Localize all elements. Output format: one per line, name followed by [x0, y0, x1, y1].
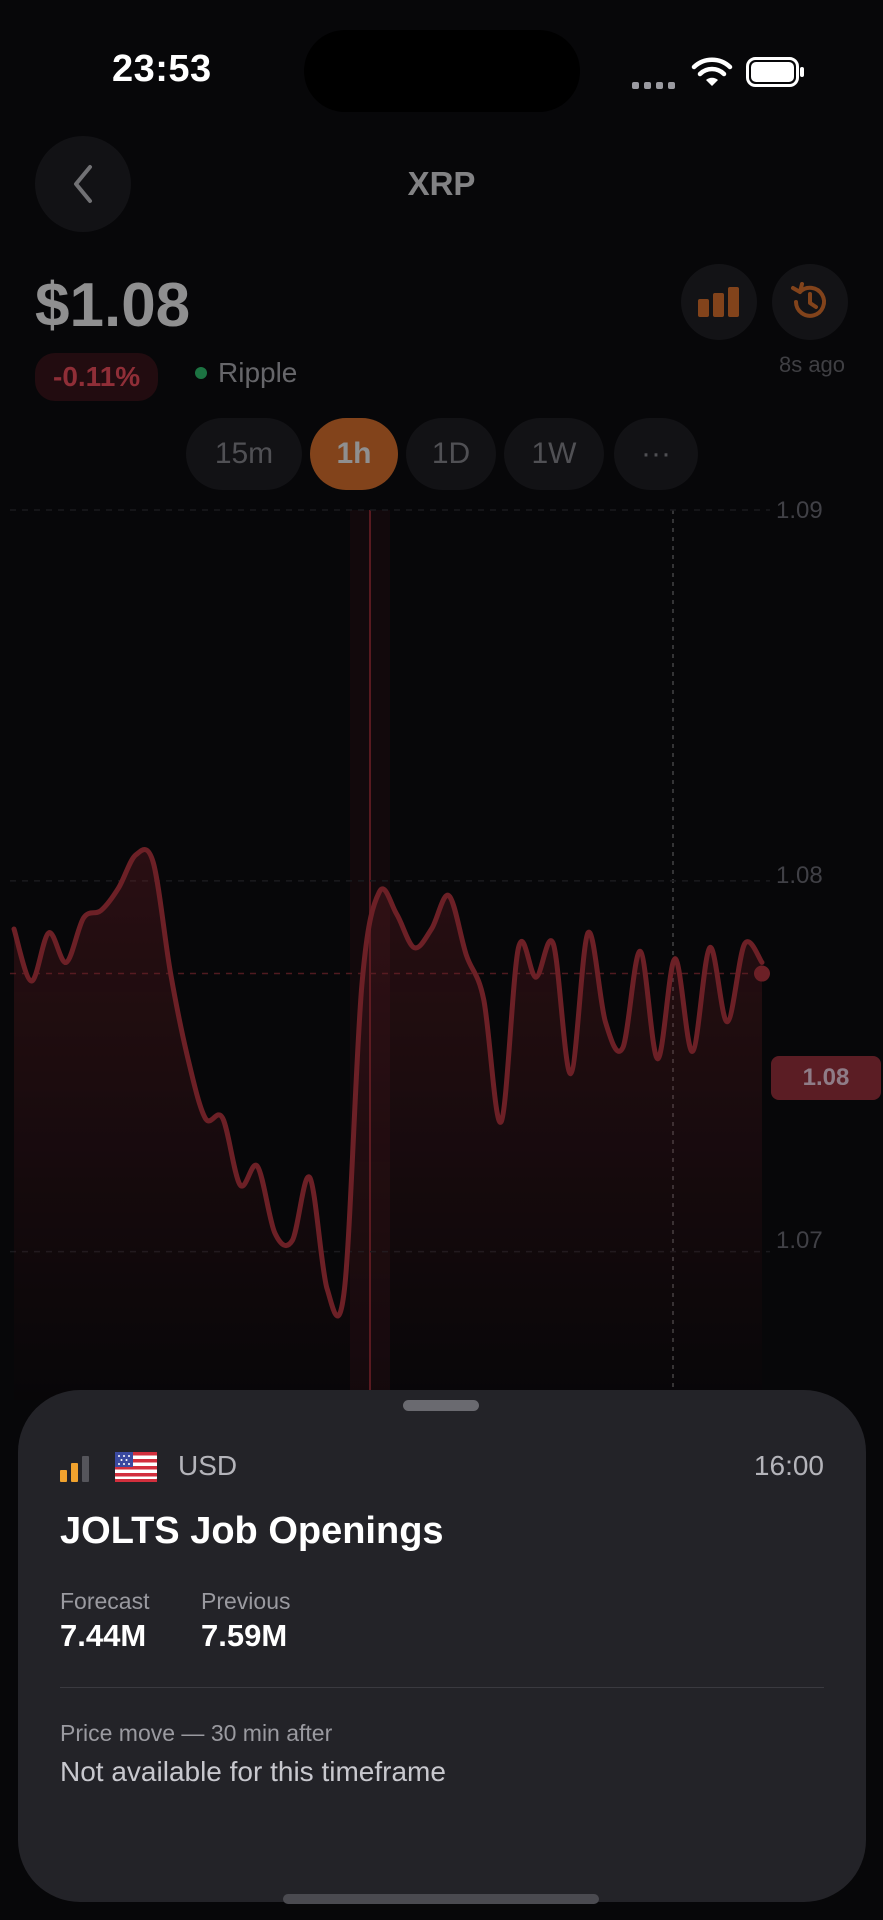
chart-area-fill [14, 849, 762, 1400]
history-button[interactable] [772, 264, 848, 340]
tab-15m[interactable]: 15m [186, 418, 302, 490]
price-chart[interactable] [0, 500, 883, 1400]
impact-level-icon [60, 1456, 89, 1482]
tab-1w[interactable]: 1W [504, 418, 604, 490]
previous-value: 7.59M [201, 1618, 288, 1653]
us-flag-icon [115, 1452, 157, 1482]
price-move-value: Not available for this timeframe [60, 1756, 446, 1787]
history-icon [791, 282, 826, 318]
page-title: XRP [407, 165, 476, 202]
current-price-tag: 1.08 [771, 1056, 881, 1100]
timeframe-selector: 15m 1h 1D 1W ··· [0, 418, 883, 490]
home-indicator [283, 1894, 599, 1904]
sheet-divider [60, 1687, 824, 1688]
event-currency: USD [178, 1450, 238, 1481]
dynamic-island [304, 30, 580, 112]
price-move-label: Price move — 30 min after [60, 1720, 333, 1746]
event-time: 16:00 [753, 1450, 824, 1481]
event-title: JOLTS Job Openings [60, 1510, 444, 1552]
forecast-label: Forecast [60, 1588, 150, 1614]
network-label: Ripple [218, 357, 298, 388]
event-bottom-sheet: USD 16:00 JOLTS Job Openings Forecast 7.… [18, 1390, 866, 1902]
y-tick-label: 1.07 [776, 1227, 823, 1254]
y-tick-label: 1.08 [776, 862, 823, 889]
status-bar: 23:53 [0, 0, 883, 130]
battery-icon [746, 57, 804, 87]
tab-more[interactable]: ··· [614, 418, 698, 490]
chart-type-button[interactable] [681, 264, 757, 340]
bar-chart-icon [698, 287, 739, 317]
price-change-badge: -0.11% [35, 353, 159, 401]
forecast-value: 7.44M [60, 1618, 147, 1653]
tab-1d[interactable]: 1D [406, 418, 496, 490]
previous-label: Previous [201, 1588, 291, 1614]
y-tick-label: 1.09 [776, 497, 823, 524]
cellular-signal-icon [632, 76, 680, 94]
current-value-dot [754, 965, 770, 982]
sheet-grabber[interactable] [403, 1400, 479, 1411]
current-price: $1.08 [35, 271, 191, 340]
network-status-dot [195, 367, 207, 379]
updated-ago-label: 8s ago [778, 352, 846, 377]
tab-1h[interactable]: 1h [310, 418, 398, 490]
wifi-icon [691, 57, 733, 86]
status-time: 23:53 [112, 48, 212, 90]
screen: 23:53 XRP $1.08 -0.11% Ripple 8s ago 15m… [0, 0, 883, 1920]
